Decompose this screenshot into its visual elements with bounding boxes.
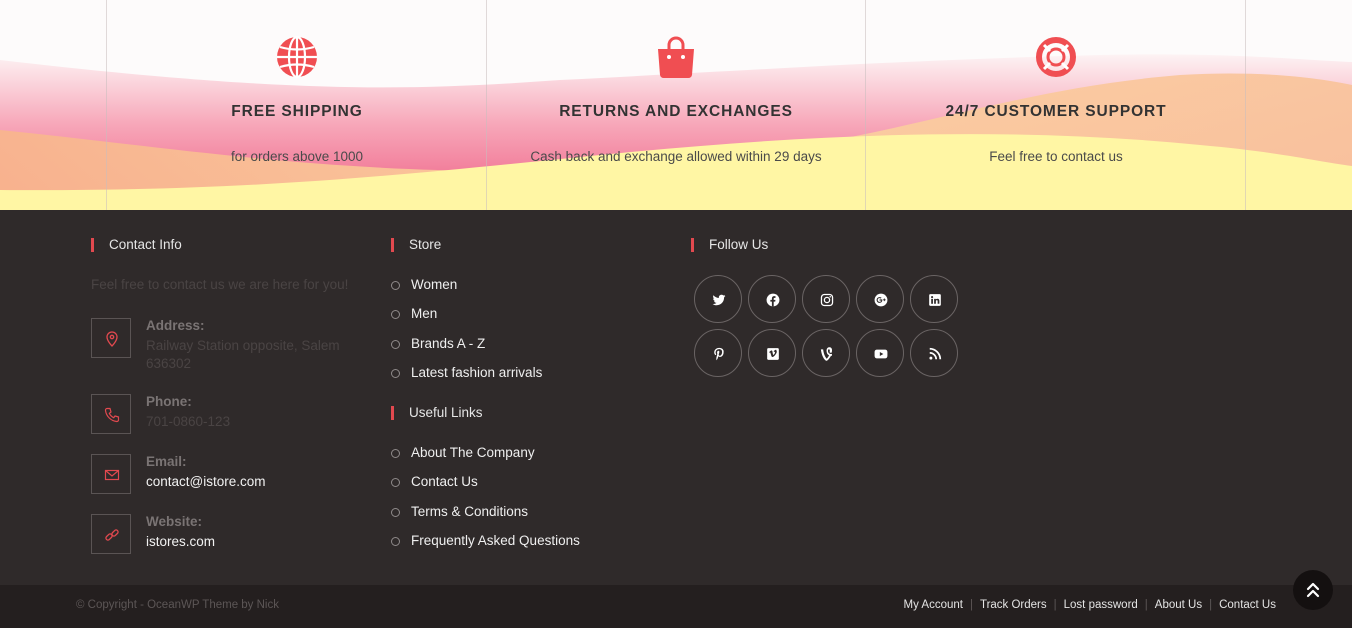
youtube-icon[interactable]	[856, 329, 904, 377]
footer-link-track-orders[interactable]: Track Orders	[973, 599, 1054, 611]
contact-description: Feel free to contact us we are here for …	[91, 277, 349, 292]
globe-icon	[277, 35, 317, 79]
feature-subtitle: Cash back and exchange allowed within 29…	[530, 149, 822, 164]
footer-link-contact-us[interactable]: Contact Us	[1212, 599, 1276, 611]
feature-free-shipping: FREE SHIPPING for orders above 1000	[107, 0, 487, 210]
useful-links-menu: About The Company Contact Us Terms & Con…	[391, 445, 580, 562]
address-label: Address:	[146, 318, 205, 333]
email-link[interactable]: contact@istore.com	[146, 473, 356, 491]
instagram-icon[interactable]	[802, 275, 850, 323]
footer-bottom-menu: My Account | Track Orders | Lost passwor…	[897, 599, 1276, 611]
footer-link-my-account[interactable]: My Account	[897, 599, 970, 611]
copyright-text: © Copyright - OceanWP Theme by Nick	[76, 599, 279, 611]
link-icon	[91, 514, 131, 554]
store-link-women[interactable]: Women	[391, 277, 542, 306]
contact-info-title: Contact Info	[91, 237, 182, 253]
feature-title: 24/7 CUSTOMER SUPPORT	[945, 103, 1167, 120]
phone-value: 701-0860-123	[146, 414, 231, 429]
address-value: Railway Station opposite, Salem 636302	[146, 338, 340, 371]
pinterest-icon[interactable]	[694, 329, 742, 377]
follow-us-title: Follow Us	[691, 237, 768, 253]
store-link-latest[interactable]: Latest fashion arrivals	[391, 365, 542, 394]
phone-icon	[91, 394, 131, 434]
link-terms[interactable]: Terms & Conditions	[391, 504, 580, 533]
features-band: FREE SHIPPING for orders above 1000 RETU…	[0, 0, 1352, 210]
phone-label: Phone:	[146, 394, 192, 409]
scroll-to-top-button[interactable]	[1293, 570, 1333, 610]
store-link-men[interactable]: Men	[391, 306, 542, 335]
rss-icon[interactable]	[910, 329, 958, 377]
link-faq[interactable]: Frequently Asked Questions	[391, 533, 580, 562]
footer-widgets: Contact Info Feel free to contact us we …	[0, 210, 1352, 585]
vine-icon[interactable]	[802, 329, 850, 377]
feature-support: 24/7 CUSTOMER SUPPORT Feel free to conta…	[866, 0, 1246, 210]
map-pin-icon	[91, 318, 131, 358]
feature-returns: RETURNS AND EXCHANGES Cash back and exch…	[486, 0, 866, 210]
linkedin-icon[interactable]	[910, 275, 958, 323]
feature-subtitle: for orders above 1000	[230, 149, 364, 164]
chevron-double-up-icon	[1306, 582, 1320, 598]
useful-links-title: Useful Links	[391, 405, 483, 421]
feature-title: FREE SHIPPING	[231, 103, 363, 120]
footer-link-lost-password[interactable]: Lost password	[1057, 599, 1145, 611]
footer-bottom-bar: © Copyright - OceanWP Theme by Nick My A…	[0, 585, 1352, 628]
facebook-icon[interactable]	[748, 275, 796, 323]
link-about-company[interactable]: About The Company	[391, 445, 580, 474]
twitter-icon[interactable]	[694, 275, 742, 323]
store-link-brands[interactable]: Brands A - Z	[391, 336, 542, 365]
google-plus-icon[interactable]	[856, 275, 904, 323]
feature-title: RETURNS AND EXCHANGES	[559, 103, 793, 120]
website-link[interactable]: istores.com	[146, 533, 356, 551]
store-menu: Women Men Brands A - Z Latest fashion ar…	[391, 277, 542, 394]
vimeo-icon[interactable]	[748, 329, 796, 377]
envelope-icon	[91, 454, 131, 494]
footer-link-about-us[interactable]: About Us	[1148, 599, 1209, 611]
feature-subtitle: Feel free to contact us	[989, 149, 1123, 164]
store-title: Store	[391, 237, 441, 253]
lifebuoy-icon	[1036, 37, 1076, 77]
link-contact-us[interactable]: Contact Us	[391, 474, 580, 503]
shopping-bag-icon	[658, 36, 694, 79]
website-label: Website:	[146, 514, 203, 529]
email-label: Email:	[146, 454, 187, 469]
